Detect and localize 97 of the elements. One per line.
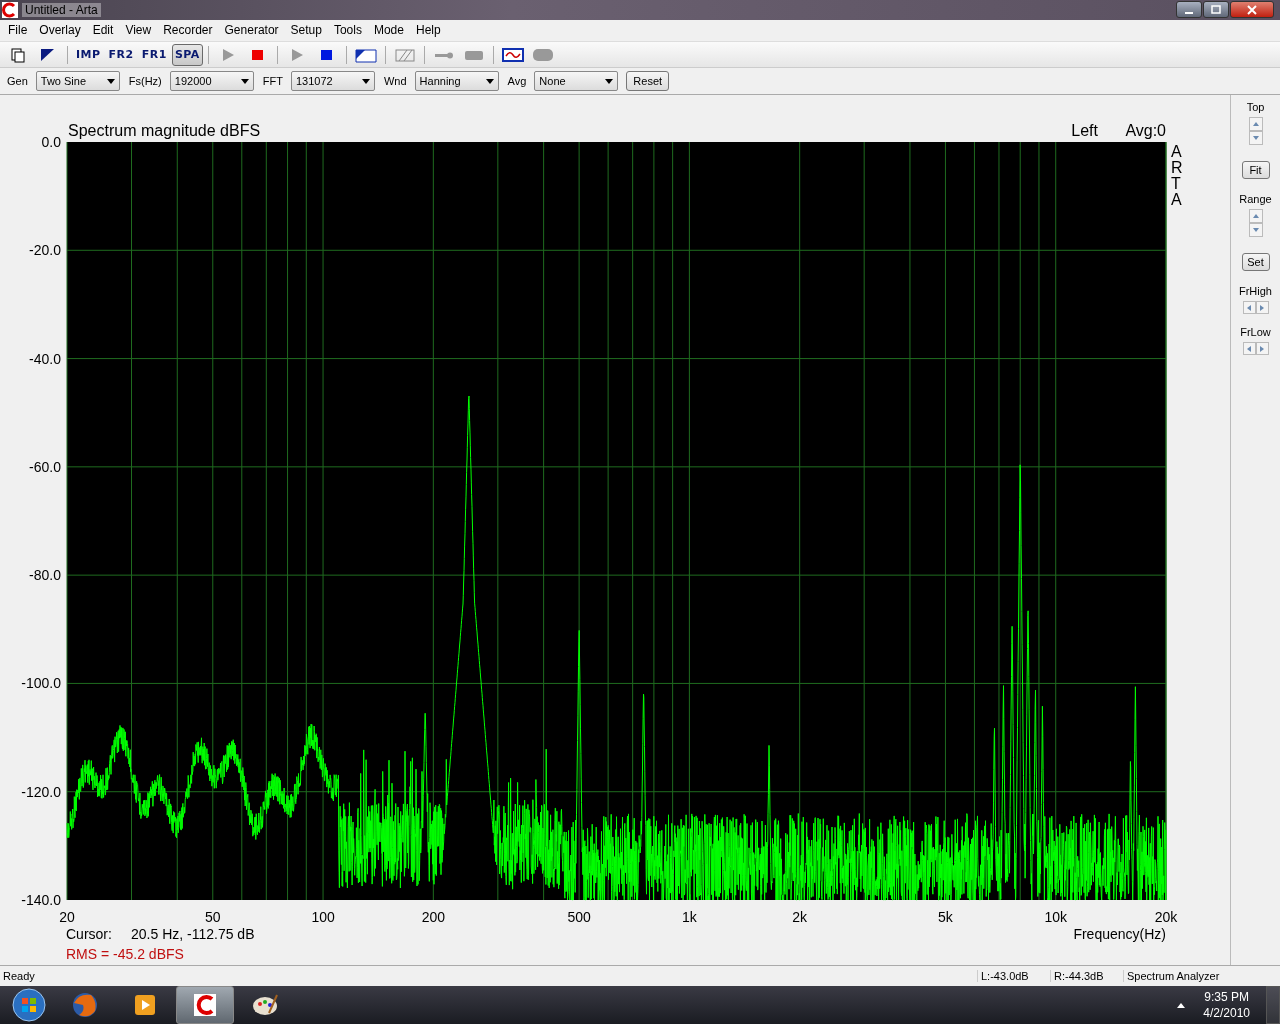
spin-down-button[interactable] bbox=[1248, 131, 1263, 146]
dropdown[interactable]: Hanning bbox=[414, 71, 499, 92]
menu-item[interactable]: Generator bbox=[218, 23, 285, 38]
caret-icon bbox=[361, 78, 370, 84]
right-arrow-icon bbox=[1260, 345, 1264, 352]
x-axis-label: 20 bbox=[59, 909, 75, 926]
caret-icon bbox=[605, 78, 614, 84]
pill-icon bbox=[531, 46, 554, 63]
spinner-label: FrHigh bbox=[1239, 285, 1272, 298]
y-axis-label: -60.0 bbox=[29, 459, 61, 476]
menu-item[interactable]: Overlay bbox=[33, 23, 87, 38]
x-axis-title: Frequency(Hz) bbox=[1073, 926, 1166, 943]
menu-item[interactable]: Setup bbox=[284, 23, 328, 38]
mode-status: Spectrum Analyzer bbox=[1123, 970, 1280, 983]
x-axis-label: 100 bbox=[311, 909, 335, 926]
maximize-button[interactable] bbox=[1203, 1, 1229, 19]
x-axis-label: 500 bbox=[567, 909, 591, 926]
menu-item[interactable]: Mode bbox=[367, 23, 410, 38]
menu-item[interactable]: File bbox=[2, 23, 34, 38]
channel-label: Left bbox=[1071, 122, 1098, 140]
caret-icon bbox=[485, 78, 494, 84]
close-button[interactable] bbox=[1230, 1, 1274, 19]
spin-left-button[interactable] bbox=[1242, 342, 1256, 356]
menu-item[interactable]: Help bbox=[409, 23, 447, 38]
x-axis-label: 2k bbox=[792, 909, 808, 926]
spinner-label: FrLow bbox=[1240, 326, 1271, 339]
waveform-icon bbox=[501, 46, 524, 63]
field-label: Avg bbox=[507, 75, 527, 88]
minimize-button[interactable] bbox=[1176, 1, 1202, 19]
spinner-label: Top bbox=[1246, 101, 1265, 114]
caret-icon bbox=[106, 78, 115, 84]
spin-left-button[interactable] bbox=[1242, 301, 1256, 315]
side-button[interactable]: Set bbox=[1241, 253, 1270, 272]
y-axis-label: -120.0 bbox=[21, 784, 61, 801]
left-level: L:-43.0dB bbox=[977, 970, 1050, 983]
dropdown[interactable]: Two Sine bbox=[35, 71, 120, 92]
close-icon bbox=[1247, 4, 1257, 15]
y-axis-label: -80.0 bbox=[29, 567, 61, 584]
right-level: R:-44.3dB bbox=[1050, 970, 1123, 983]
caret-icon bbox=[240, 78, 249, 84]
down-arrow-icon bbox=[1252, 136, 1259, 141]
toolbar-button[interactable]: IMP bbox=[73, 43, 104, 66]
left-arrow-icon bbox=[1247, 304, 1251, 311]
clock-date: 4/2/2010 bbox=[1203, 1006, 1250, 1020]
y-axis-label: 0.0 bbox=[41, 134, 61, 151]
side-button[interactable]: Fit bbox=[1241, 161, 1270, 180]
maximize-icon bbox=[1211, 4, 1221, 15]
y-axis-label: -100.0 bbox=[21, 675, 61, 692]
average-count: Avg:0 bbox=[1125, 122, 1166, 140]
tray-arrow-icon[interactable] bbox=[1177, 1002, 1186, 1008]
app-icon bbox=[2, 1, 18, 18]
spin-down-button[interactable] bbox=[1248, 223, 1263, 238]
cursor-label: Cursor: bbox=[66, 926, 112, 943]
y-axis-label: -40.0 bbox=[29, 350, 61, 367]
minimize-icon bbox=[1185, 12, 1193, 15]
status-message: Ready bbox=[2, 970, 36, 983]
field-label: Fs(Hz) bbox=[128, 75, 162, 88]
clock-time: 9:35 PM bbox=[1204, 990, 1249, 1004]
up-arrow-icon bbox=[1252, 122, 1259, 127]
field-label: FFT bbox=[262, 75, 283, 88]
left-arrow-icon bbox=[1247, 345, 1251, 352]
field-label: Wnd bbox=[383, 75, 407, 88]
menu-item[interactable]: Tools bbox=[327, 23, 368, 38]
brand-label: ARTA bbox=[1171, 143, 1183, 209]
start-orb-icon bbox=[11, 987, 47, 1023]
y-axis-label: -20.0 bbox=[29, 242, 61, 259]
cursor-readout: 20.5 Hz, -112.75 dB bbox=[131, 926, 255, 943]
rms-readout: RMS = -45.2 dBFS bbox=[66, 946, 184, 963]
spinner-label: Range bbox=[1239, 193, 1272, 206]
taskbar-button[interactable] bbox=[176, 986, 234, 1024]
hatched-box-icon bbox=[393, 46, 416, 63]
y-axis-label: -140.0 bbox=[21, 892, 61, 909]
x-axis-label: 5k bbox=[938, 909, 953, 926]
spin-up-button[interactable] bbox=[1248, 117, 1263, 132]
down-arrow-icon bbox=[1252, 228, 1259, 233]
window-title: Untitled - Arta bbox=[22, 2, 101, 17]
toolbar-button[interactable]: FR2 bbox=[105, 43, 137, 66]
dropdown[interactable]: 131072 bbox=[290, 71, 375, 92]
x-axis-label: 1k bbox=[682, 909, 697, 926]
dropdown[interactable]: None bbox=[534, 71, 619, 92]
menu-item[interactable]: Recorder bbox=[157, 23, 219, 38]
x-axis-label: 50 bbox=[205, 909, 221, 926]
reset-button[interactable]: Reset bbox=[626, 71, 670, 92]
x-axis-label: 200 bbox=[421, 909, 445, 926]
field-label: Gen bbox=[7, 75, 28, 88]
menu-item[interactable]: View bbox=[119, 23, 158, 38]
x-axis-label: 20k bbox=[1154, 909, 1178, 926]
x-axis-label: 10k bbox=[1044, 909, 1067, 926]
dropdown[interactable]: 192000 bbox=[169, 71, 254, 92]
toolbar-button[interactable]: SPA bbox=[171, 43, 203, 66]
text-box-icon bbox=[354, 46, 377, 63]
right-arrow-icon bbox=[1260, 304, 1264, 311]
plot-title: Spectrum magnitude dBFS bbox=[68, 122, 261, 140]
up-arrow-icon bbox=[1252, 214, 1259, 219]
spin-up-button[interactable] bbox=[1248, 209, 1263, 224]
toolbar-button[interactable]: FR1 bbox=[138, 43, 170, 66]
menu-item[interactable]: Edit bbox=[86, 23, 120, 38]
